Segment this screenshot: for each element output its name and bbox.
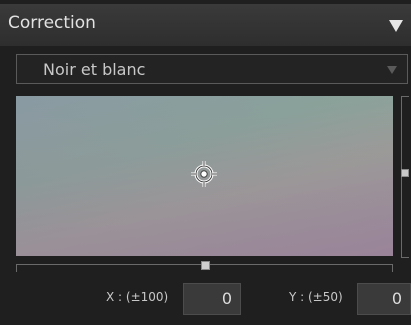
vertical-slider-thumb[interactable]	[401, 169, 409, 177]
correction-panel: Correction Noir et blanc X : (±100) 0 Y …	[0, 0, 411, 325]
chevron-down-icon	[387, 66, 397, 74]
x-field-label: X : (±100)	[106, 290, 169, 304]
panel-title: Correction	[8, 13, 96, 33]
preset-selected-value: Noir et blanc	[43, 60, 146, 79]
y-field-label: Y : (±50)	[289, 290, 343, 304]
x-value-input[interactable]: 0	[183, 283, 241, 315]
y-value-input[interactable]: 0	[357, 283, 411, 315]
preset-dropdown[interactable]: Noir et blanc	[16, 54, 408, 84]
color-correction-grid[interactable]	[16, 96, 393, 256]
vertical-slider-track[interactable]	[401, 96, 411, 258]
panel-header[interactable]: Correction	[0, 4, 411, 46]
horizontal-slider-thumb[interactable]	[201, 261, 210, 270]
collapse-triangle-icon[interactable]	[389, 20, 403, 32]
crosshair-icon[interactable]	[190, 160, 218, 188]
